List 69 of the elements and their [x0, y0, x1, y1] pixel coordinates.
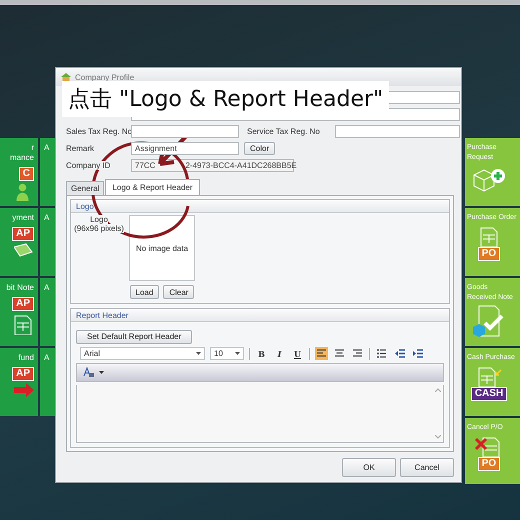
indent-button[interactable]	[411, 347, 424, 360]
tile-badge: PO	[478, 247, 500, 261]
document-icon	[478, 227, 500, 247]
input-field[interactable]	[131, 125, 239, 138]
tile-badge: AP	[12, 367, 34, 381]
house-icon	[61, 72, 71, 82]
outdent-button[interactable]	[393, 347, 406, 360]
tile-label: A	[44, 283, 50, 293]
tile-badge: AP	[12, 297, 34, 311]
input-field[interactable]	[335, 125, 460, 138]
app-tile[interactable]: yment AP	[0, 208, 38, 276]
group-title: Report Header	[71, 309, 449, 322]
font-color-icon	[83, 367, 95, 378]
tile-badge: AP	[12, 227, 34, 241]
input-field[interactable]: Assignment	[131, 142, 239, 155]
size-select[interactable]: 10	[210, 347, 244, 360]
dialog-button[interactable]: OK	[342, 458, 396, 477]
field-label: Logo	[90, 215, 108, 224]
scroll-down-icon	[435, 435, 441, 439]
align-right-icon	[353, 349, 362, 358]
tile-label: fund	[18, 353, 34, 363]
tile-badge: CASH	[470, 387, 508, 401]
document-icon	[12, 315, 34, 335]
tile-label: bit Note	[6, 283, 34, 293]
bullet-list-icon	[377, 349, 386, 358]
color-button[interactable]: Color	[244, 142, 276, 155]
tile-label: A	[44, 213, 50, 223]
instruction-toast: 点击 "Logo & Report Header"	[62, 81, 390, 117]
field-label: Company ID	[66, 161, 110, 170]
tab[interactable]: Logo & Report Header	[105, 179, 200, 195]
dialog-button[interactable]: Cancel	[400, 458, 454, 477]
font-select[interactable]: Arial	[80, 347, 205, 360]
app-tile[interactable]: bit Note AP	[0, 278, 38, 346]
tile-label: r	[31, 143, 34, 153]
tile-badge: PO	[478, 457, 500, 471]
tile-badge: C	[18, 167, 34, 181]
money-icon	[14, 243, 34, 259]
box-plus-icon	[472, 167, 506, 193]
window-title: Company Profile	[75, 72, 134, 82]
tile-label: mance	[10, 153, 34, 163]
tab[interactable]: General	[66, 181, 104, 195]
align-center-icon	[335, 349, 344, 358]
align-left-icon	[317, 349, 326, 358]
italic-button[interactable]: I	[273, 347, 286, 360]
group-title: Logo	[71, 200, 449, 213]
logo-button[interactable]: Clear	[163, 285, 194, 299]
tile-label: A	[44, 143, 50, 153]
id-field: 77CC 2-4973-BCC4-A41DC268BB5E	[131, 159, 294, 172]
caret-icon	[99, 371, 104, 374]
bold-button[interactable]: B	[255, 347, 268, 360]
underline-button[interactable]: U	[291, 347, 304, 360]
empty-image-text: No image data	[136, 244, 188, 252]
bullets-button[interactable]	[375, 347, 388, 360]
caret-icon	[235, 352, 240, 355]
tile-label: yment	[12, 213, 34, 223]
app-tile[interactable]: fund AP	[0, 348, 38, 416]
refund-arrow-icon	[14, 383, 34, 397]
app-tile[interactable]: r mance C	[0, 138, 38, 206]
tile-label: A	[44, 353, 50, 363]
align-left-button[interactable]	[315, 347, 328, 360]
outdent-icon	[394, 349, 404, 358]
set-default-button[interactable]: Set Default Report Header	[76, 330, 192, 344]
field-label: Service Tax Reg. No	[246, 127, 321, 136]
caret-icon	[196, 352, 201, 355]
logo-button[interactable]: Load	[130, 285, 160, 299]
scroll-up-icon	[435, 388, 441, 392]
field-label: Remark	[66, 144, 94, 153]
indent-icon	[412, 349, 422, 358]
size-hint: (96x96 pixels)	[74, 224, 124, 233]
